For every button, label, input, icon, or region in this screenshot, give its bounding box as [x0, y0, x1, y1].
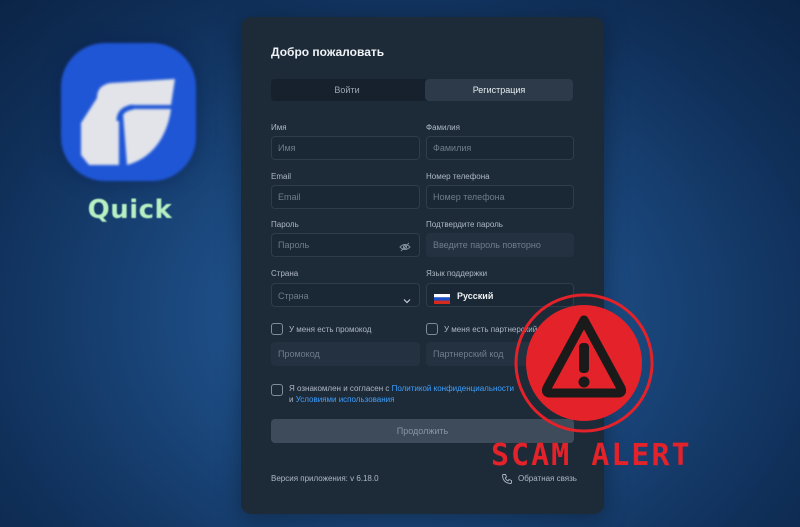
phone-label: Номер телефона: [426, 172, 490, 181]
first-name-input[interactable]: [272, 137, 419, 159]
quick-app-logo-icon: [61, 43, 196, 181]
chevron-down-icon: [403, 292, 411, 310]
last-name-label: Фамилия: [426, 123, 460, 132]
panel-title: Добро пожаловать: [271, 45, 385, 59]
promo-code-checkbox-label: У меня есть промокод: [289, 325, 372, 334]
terms-checkbox[interactable]: [271, 384, 283, 396]
eye-off-icon[interactable]: [399, 240, 411, 258]
terms-of-use-link[interactable]: Условиями использования: [296, 395, 395, 404]
promo-code-input[interactable]: [272, 343, 419, 365]
country-select-value: Страна: [278, 291, 309, 301]
promo-code-field: [271, 342, 420, 366]
warning-triangle-icon: [514, 293, 654, 438]
country-label: Страна: [271, 269, 299, 278]
tab-login[interactable]: Войти: [271, 79, 423, 101]
terms-prefix: Я ознакомлен и согласен с: [289, 384, 392, 393]
tab-register[interactable]: Регистрация: [425, 79, 573, 101]
privacy-policy-link[interactable]: Политикой конфиденциальности: [392, 384, 514, 393]
last-name-input[interactable]: [427, 137, 573, 159]
partner-code-checkbox[interactable]: [426, 323, 438, 335]
phone-icon: [502, 474, 512, 484]
password-input[interactable]: [272, 234, 419, 256]
russia-flag-icon: [434, 291, 450, 304]
email-label: Email: [271, 172, 292, 181]
password-label: Пароль: [271, 220, 299, 229]
password-field: [271, 233, 420, 257]
terms-and: и: [289, 395, 296, 404]
email-field: [271, 185, 420, 209]
auth-tabs: Войти Регистрация: [271, 79, 573, 101]
promo-code-checkbox[interactable]: [271, 323, 283, 335]
phone-input[interactable]: [427, 186, 573, 208]
first-name-label: Имя: [271, 123, 287, 132]
last-name-field: [426, 136, 574, 160]
app-version: Версия приложения: v 6.18.0: [271, 474, 379, 483]
support-language-label: Язык поддержки: [426, 269, 488, 278]
confirm-password-label: Подтвердите пароль: [426, 220, 503, 229]
feedback-label: Обратная связь: [518, 474, 577, 483]
country-select[interactable]: Страна: [271, 283, 420, 307]
first-name-field: [271, 136, 420, 160]
phone-field: [426, 185, 574, 209]
support-language-value: Русский: [457, 291, 494, 301]
confirm-password-field: [426, 233, 574, 257]
email-input[interactable]: [272, 186, 419, 208]
scam-alert-text: SCAM ALERT: [491, 438, 692, 473]
confirm-password-input[interactable]: [427, 234, 573, 256]
app-name: Quick: [87, 195, 173, 225]
